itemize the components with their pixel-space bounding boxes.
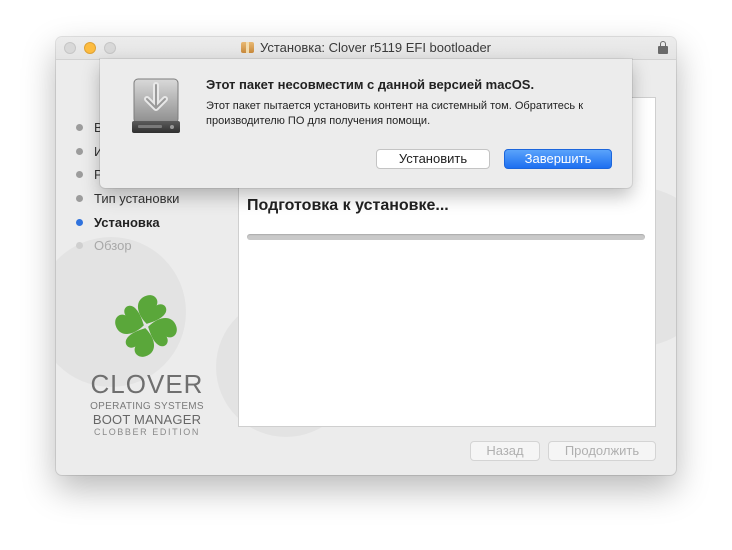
- step-bullet: [76, 148, 83, 155]
- alert-message: Этот пакет пытается установить контент н…: [206, 100, 584, 127]
- brand-tagline-1: OPERATING SYSTEMS: [90, 401, 204, 412]
- finish-button[interactable]: Завершить: [504, 149, 612, 169]
- alert-title: Этот пакет несовместим с данной версией …: [206, 77, 535, 92]
- package-icon: [240, 42, 254, 53]
- step-bullet: [76, 124, 83, 131]
- brand-tagline-2: BOOT MANAGER: [92, 412, 202, 427]
- step-bullet: [76, 242, 83, 249]
- brand-name: CLOVER: [90, 369, 204, 399]
- brand-tagline-3: CLOBBER EDITION: [93, 427, 200, 437]
- sidebar-step-label: Тип установки: [94, 191, 180, 206]
- sidebar-step-label: Установка: [94, 215, 160, 230]
- step-bullet: [76, 195, 83, 202]
- clover-logo-icon: [115, 295, 177, 357]
- incompatibility-alert-sheet: Этот пакет несовместим с данной версией …: [100, 59, 632, 188]
- sidebar-step-1: В: [76, 119, 103, 137]
- install-button[interactable]: Установить: [376, 149, 490, 169]
- install-progress-bar: [247, 234, 645, 240]
- sidebar-step-summary: Обзор: [76, 237, 132, 255]
- lock-icon: [658, 41, 668, 54]
- back-button[interactable]: Назад: [470, 441, 540, 461]
- window-title-group: Установка: Clover r5119 EFI bootloader: [56, 40, 676, 55]
- sidebar-step-label: Обзор: [94, 238, 132, 253]
- window-title: Установка: Clover r5119 EFI bootloader: [259, 40, 492, 55]
- sidebar-step-3: Р: [76, 166, 103, 184]
- step-bullet-active: [76, 219, 83, 226]
- sidebar-step-install-type: Тип установки: [76, 190, 179, 208]
- install-status-heading: Подготовка к установке...: [247, 197, 449, 214]
- title-bar: Установка: Clover r5119 EFI bootloader: [56, 37, 676, 60]
- continue-button[interactable]: Продолжить: [548, 441, 656, 461]
- step-bullet: [76, 171, 83, 178]
- sidebar-step-installation: Установка: [76, 214, 160, 232]
- hard-drive-download-icon: [132, 78, 180, 133]
